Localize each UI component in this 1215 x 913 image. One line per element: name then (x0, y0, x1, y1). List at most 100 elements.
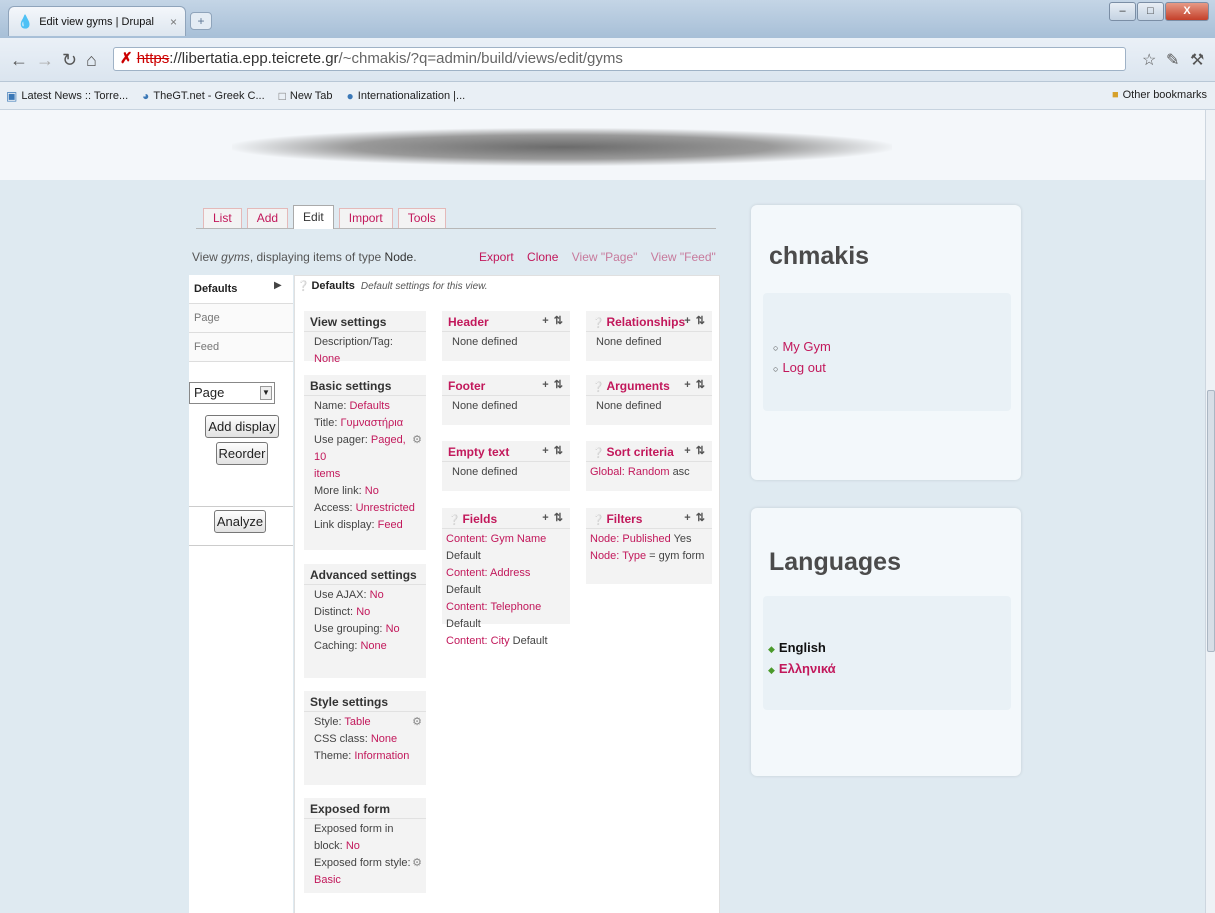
clone-link[interactable]: Clone (527, 250, 558, 264)
grouping-link[interactable]: No (386, 623, 400, 635)
add-rearrange-icons[interactable]: + ⇅ (542, 511, 564, 524)
filter-link[interactable]: Node: Type (590, 550, 646, 562)
empty-text-title[interactable]: Empty text + ⇅ (442, 441, 570, 462)
name-link[interactable]: Defaults (349, 400, 389, 412)
view-description: View gyms, displaying items of type Node… (192, 250, 417, 264)
languages-block-title: Languages (769, 548, 901, 576)
gear-icon[interactable]: ⚙ (412, 714, 422, 731)
pane-subtitle: Default settings for this view. (360, 281, 488, 292)
display-page[interactable]: Page (189, 304, 293, 333)
minimize-button[interactable]: – (1109, 2, 1136, 21)
exposed-block-link[interactable]: No (346, 840, 360, 852)
sort-criteria-title[interactable]: ❔ Sort criteria + ⇅ (586, 441, 712, 462)
field-link[interactable]: Content: City (446, 635, 510, 647)
field-link[interactable]: Content: Telephone (446, 601, 541, 613)
gear-icon[interactable]: ⚙ (412, 855, 422, 872)
help-icon[interactable]: ❔ (297, 281, 309, 292)
new-tab-button[interactable]: + (190, 12, 212, 30)
pager-link-continued[interactable]: items (314, 468, 340, 480)
exposed-style-link[interactable]: Basic (314, 874, 341, 886)
sort-criteria-link[interactable]: Global: Random (590, 466, 670, 478)
help-icon[interactable]: ❔ (592, 515, 604, 526)
arguments-title[interactable]: ❔ Arguments + ⇅ (586, 375, 712, 396)
forward-arrow-icon[interactable]: → (36, 50, 54, 71)
display-type-select[interactable]: Page ▼ (189, 382, 275, 404)
ajax-link[interactable]: No (370, 589, 384, 601)
filter-link[interactable]: Node: Published (590, 533, 671, 545)
view-page-link[interactable]: View "Page" (572, 250, 638, 264)
relationships-title[interactable]: ❔ Relationships + ⇅ (586, 311, 712, 332)
help-icon[interactable]: ❔ (592, 382, 604, 393)
footer-title[interactable]: Footer + ⇅ (442, 375, 570, 396)
link-display-link[interactable]: Feed (378, 519, 403, 531)
bookmark-item[interactable]: ▣ Latest News :: Torre... (6, 89, 128, 103)
add-rearrange-icons[interactable]: + ⇅ (684, 314, 706, 327)
language-greek-link[interactable]: Ελληνικά (779, 661, 836, 676)
filters-title[interactable]: ❔ Filters + ⇅ (586, 508, 712, 529)
divider (189, 545, 293, 546)
theme-link[interactable]: Information (354, 750, 409, 762)
bookmark-star-icon[interactable]: ☆ (1142, 50, 1156, 70)
admin-tabs: List Add Edit Import Tools (196, 205, 716, 229)
distinct-link[interactable]: No (356, 606, 370, 618)
display-feed[interactable]: Feed (189, 333, 293, 362)
other-bookmarks[interactable]: ■ Other bookmarks (1112, 89, 1207, 101)
browser-tab[interactable]: 💧 Edit view gyms | Drupal × (8, 6, 186, 36)
field-link[interactable]: Content: Gym Name (446, 533, 546, 545)
tab-list[interactable]: List (203, 208, 242, 228)
my-gym-link[interactable]: My Gym (782, 339, 830, 354)
setting-label: Name: (314, 400, 347, 412)
user-block: chmakis ○ My Gym ○ Log out (751, 205, 1021, 480)
view-feed-link[interactable]: View "Feed" (651, 250, 716, 264)
caching-link[interactable]: None (360, 640, 386, 652)
add-display-button[interactable]: Add display (205, 415, 279, 438)
help-icon[interactable]: ❔ (448, 515, 460, 526)
export-link[interactable]: Export (479, 250, 514, 264)
style-link[interactable]: Table (344, 716, 370, 728)
language-english: English (778, 640, 826, 655)
add-rearrange-icons[interactable]: + ⇅ (684, 378, 706, 391)
header-title[interactable]: Header + ⇅ (442, 311, 570, 332)
wrench-icon[interactable]: ⚒ (1190, 50, 1204, 70)
setting-label: Link display: (314, 519, 375, 531)
field-link[interactable]: Content: Address (446, 567, 530, 579)
style-settings-title: Style settings (304, 691, 426, 712)
page-menu-icon[interactable]: ✎ (1166, 50, 1179, 70)
log-out-link[interactable]: Log out (782, 360, 825, 375)
maximize-button[interactable]: □ (1137, 2, 1164, 21)
add-rearrange-icons[interactable]: + ⇅ (684, 511, 706, 524)
bookmark-item[interactable]: □ New Tab (279, 89, 333, 103)
help-icon[interactable]: ❔ (592, 448, 604, 459)
reorder-button[interactable]: Reorder (216, 442, 268, 465)
description-tag-link[interactable]: None (314, 353, 340, 365)
analyze-button[interactable]: Analyze (214, 510, 266, 533)
vertical-scrollbar[interactable] (1205, 110, 1215, 913)
tab-tools[interactable]: Tools (397, 208, 446, 228)
back-arrow-icon[interactable]: ← (10, 50, 28, 71)
tab-close-icon[interactable]: × (170, 15, 177, 29)
add-rearrange-icons[interactable]: + ⇅ (542, 378, 564, 391)
news-icon: ▣ (6, 88, 18, 103)
scrollbar-thumb[interactable] (1207, 390, 1215, 652)
tab-import[interactable]: Import (338, 208, 393, 228)
title-link[interactable]: Γυμναστήρια (341, 417, 404, 429)
bookmark-item[interactable]: ◕ TheGT.net - Greek C... (142, 89, 265, 103)
css-class-link[interactable]: None (371, 733, 397, 745)
tab-edit[interactable]: Edit (293, 205, 334, 229)
home-icon[interactable]: ⌂ (86, 50, 97, 71)
arguments-title-text: Arguments (606, 379, 670, 393)
fields-title[interactable]: ❔ Fields + ⇅ (442, 508, 570, 529)
tab-add[interactable]: Add (246, 208, 289, 228)
gear-icon[interactable]: ⚙ (412, 432, 422, 449)
add-rearrange-icons[interactable]: + ⇅ (542, 314, 564, 327)
reload-icon[interactable]: ↻ (62, 50, 77, 71)
add-rearrange-icons[interactable]: + ⇅ (684, 444, 706, 457)
help-icon[interactable]: ❔ (592, 318, 604, 329)
address-bar[interactable]: ✗ https://libertatia.epp.teicrete.gr/~ch… (113, 47, 1126, 71)
close-window-button[interactable]: X (1165, 2, 1209, 21)
access-link[interactable]: Unrestricted (356, 502, 415, 514)
bookmark-item[interactable]: ● Internationalization |... (347, 89, 466, 103)
setting-label: Exposed form style: (314, 857, 411, 869)
add-rearrange-icons[interactable]: + ⇅ (542, 444, 564, 457)
more-link-link[interactable]: No (365, 485, 379, 497)
